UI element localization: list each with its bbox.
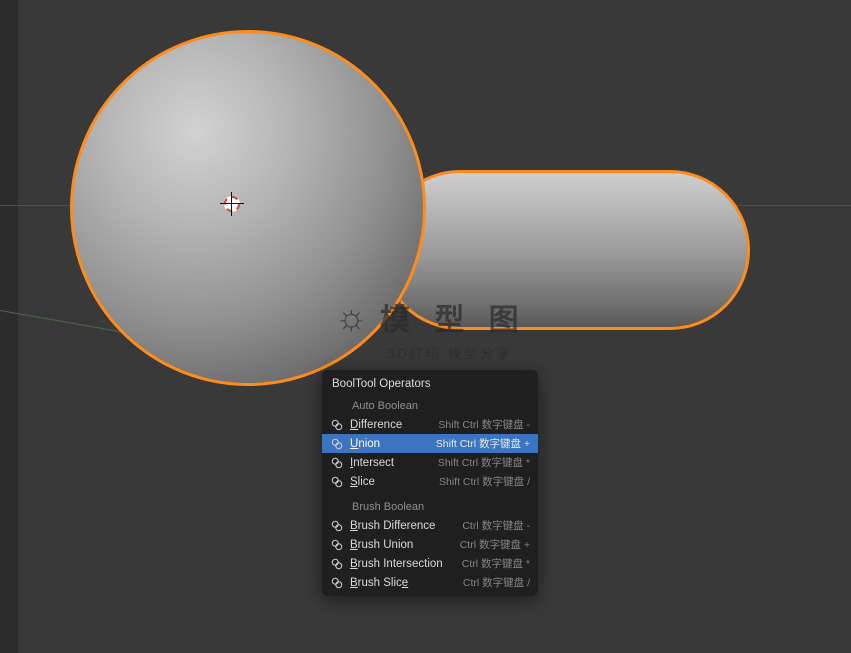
menu-item-label: Brush Intersection — [350, 558, 443, 570]
menu-item-label: Brush Difference — [350, 520, 435, 532]
menu-item-label: Brush Slice — [350, 577, 408, 589]
menu-item-intersect[interactable]: Intersect Shift Ctrl 数字键盘 * — [322, 453, 538, 472]
menu-item-label: Difference — [350, 419, 402, 431]
menu-item-shortcut: Shift Ctrl 数字键盘 - — [438, 417, 530, 432]
link-icon — [330, 538, 344, 552]
viewport-3d[interactable]: ☼ 模 型 图 3D打印 模型分享 BoolTool Operators Aut… — [0, 0, 851, 653]
menu-item-shortcut: Shift Ctrl 数字键盘 + — [436, 436, 530, 451]
menu-item-shortcut: Ctrl 数字键盘 + — [460, 537, 530, 552]
watermark-subtitle: 3D打印 模型分享 — [387, 343, 512, 362]
menu-item-shortcut: Ctrl 数字键盘 - — [462, 518, 530, 533]
link-icon — [330, 437, 344, 451]
link-icon — [330, 456, 344, 470]
link-icon — [330, 519, 344, 533]
watermark: ☼ 模 型 图 3D打印 模型分享 — [335, 295, 527, 362]
menu-item-shortcut: Shift Ctrl 数字键盘 * — [438, 455, 530, 470]
menu-section-header: Brush Boolean — [322, 497, 538, 516]
menu-item-label: Union — [350, 438, 380, 450]
menu-item-label: Brush Union — [350, 539, 413, 551]
menu-section-header: Auto Boolean — [322, 396, 538, 415]
gear-icon: ☼ — [335, 299, 368, 335]
link-icon — [330, 557, 344, 571]
link-icon — [330, 576, 344, 590]
menu-item-label: Intersect — [350, 457, 394, 469]
menu-item-shortcut: Ctrl 数字键盘 * — [462, 556, 530, 571]
menu-item-label: Slice — [350, 476, 375, 488]
menu-item-slice[interactable]: Slice Shift Ctrl 数字键盘 / — [322, 472, 538, 491]
menu-item-brush-union[interactable]: Brush Union Ctrl 数字键盘 + — [322, 535, 538, 554]
cursor-3d — [222, 194, 242, 214]
menu-item-brush-difference[interactable]: Brush Difference Ctrl 数字键盘 - — [322, 516, 538, 535]
menu-item-union[interactable]: Union Shift Ctrl 数字键盘 + — [322, 434, 538, 453]
menu-item-brush-slice[interactable]: Brush Slice Ctrl 数字键盘 / — [322, 573, 538, 592]
menu-item-difference[interactable]: Difference Shift Ctrl 数字键盘 - — [322, 415, 538, 434]
menu-item-shortcut: Shift Ctrl 数字键盘 / — [439, 474, 530, 489]
link-icon — [330, 418, 344, 432]
watermark-title: 模 型 图 — [380, 295, 527, 339]
menu-item-brush-intersection[interactable]: Brush Intersection Ctrl 数字键盘 * — [322, 554, 538, 573]
context-menu-booltool[interactable]: BoolTool Operators Auto Boolean Differen… — [322, 370, 538, 596]
menu-title: BoolTool Operators — [322, 374, 538, 396]
menu-item-shortcut: Ctrl 数字键盘 / — [463, 575, 530, 590]
link-icon — [330, 475, 344, 489]
